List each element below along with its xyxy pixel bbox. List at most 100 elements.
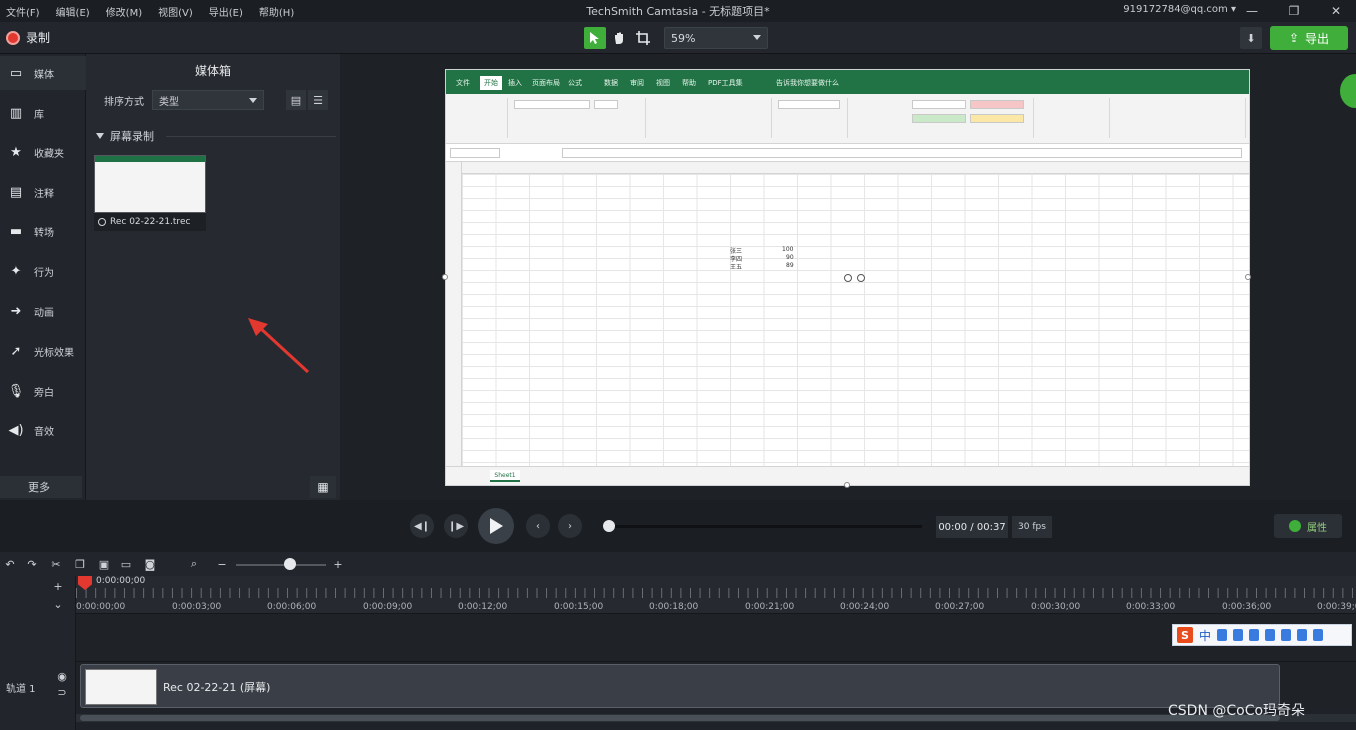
select-tool-icon[interactable] bbox=[584, 27, 606, 49]
chevron-down-icon[interactable]: ⌄ bbox=[50, 596, 66, 612]
sidebar-item-label: 注释 bbox=[34, 188, 54, 200]
sidebar-item-animations[interactable]: ➜ 动画 bbox=[0, 294, 86, 328]
menu-modify[interactable]: 修改(M) bbox=[106, 4, 142, 19]
selection-handle bbox=[844, 274, 852, 282]
ruler-ticks bbox=[76, 588, 1356, 598]
record-button[interactable]: 录制 bbox=[6, 29, 50, 46]
pan-tool-icon[interactable] bbox=[608, 27, 630, 49]
more-button[interactable]: 更多 bbox=[0, 476, 82, 498]
watermark: CSDN @CoCo玛奇朵 bbox=[1168, 703, 1306, 719]
resize-handle[interactable] bbox=[844, 482, 850, 488]
undo-icon[interactable]: ↶ bbox=[2, 556, 18, 572]
track-label: 轨道 1 bbox=[6, 684, 36, 695]
step-forward-icon[interactable]: ❙▶ bbox=[444, 514, 468, 538]
voice-icon[interactable] bbox=[1249, 629, 1260, 641]
skin-icon[interactable] bbox=[1281, 629, 1292, 641]
properties-button[interactable]: 属性 bbox=[1274, 514, 1342, 538]
camera-icon[interactable]: ◙ bbox=[142, 556, 158, 572]
timeline-clip[interactable]: Rec 02-22-21 (屏幕) bbox=[80, 664, 1280, 708]
media-clip-thumbnail[interactable] bbox=[94, 155, 206, 213]
scrollbar-thumb[interactable] bbox=[80, 715, 1280, 721]
ribbon-group bbox=[1112, 98, 1246, 138]
lock-icon[interactable]: ⊃ bbox=[54, 684, 70, 700]
sidebar-item-audio-effects[interactable]: ◀) 音效 bbox=[0, 413, 86, 447]
sidebar-item-transitions[interactable]: ▬ 转场 bbox=[0, 214, 86, 248]
play-button[interactable] bbox=[478, 508, 514, 544]
sidebar-item-cursor-effects[interactable]: ➚ 光标效果 bbox=[0, 334, 86, 368]
download-icon[interactable]: ⬇ bbox=[1240, 27, 1262, 49]
menu-help[interactable]: 帮助(H) bbox=[259, 4, 294, 19]
sidebar-item-annotations[interactable]: ▤ 注释 bbox=[0, 175, 86, 209]
divider bbox=[166, 136, 336, 137]
next-icon[interactable]: › bbox=[558, 514, 582, 538]
cell: 89 bbox=[786, 262, 794, 269]
zoom-out-icon[interactable]: − bbox=[214, 556, 230, 572]
emoji-icon[interactable] bbox=[1233, 629, 1244, 641]
scrub-knob[interactable] bbox=[603, 520, 615, 532]
menu-export[interactable]: 导出(E) bbox=[209, 4, 243, 19]
timeline-ruler[interactable]: 0:00:00;00 0:00:03;00 0:00:06;00 0:00:09… bbox=[76, 576, 1356, 614]
minimize-icon[interactable]: — bbox=[1232, 0, 1272, 22]
clip-name: Rec 02-22-21.trec bbox=[110, 217, 191, 227]
record-icon bbox=[6, 30, 20, 45]
zoom-knob[interactable] bbox=[284, 558, 296, 570]
paste-icon[interactable]: ▣ bbox=[96, 556, 112, 572]
copy-icon[interactable]: ❐ bbox=[72, 556, 88, 572]
resize-handle[interactable] bbox=[1245, 274, 1251, 280]
sort-select[interactable]: 类型 bbox=[152, 90, 264, 110]
keyboard-icon[interactable] bbox=[1265, 629, 1276, 641]
menu-edit[interactable]: 编辑(E) bbox=[56, 4, 90, 19]
grid-icon[interactable] bbox=[1313, 629, 1324, 641]
zoom-in-icon[interactable]: + bbox=[330, 556, 346, 572]
sidebar-item-behaviors[interactable]: ✦ 行为 bbox=[0, 254, 86, 288]
preview-excel-recording[interactable]: 文件 开始 插入 页面布局 公式 数据 审阅 视图 帮助 PDF工具集 告诉我你… bbox=[445, 69, 1250, 486]
details-view-icon[interactable]: ▤ bbox=[286, 90, 306, 110]
sidebar-item-media[interactable]: ▭ 媒体 bbox=[0, 56, 86, 90]
scrub-bar[interactable] bbox=[606, 525, 922, 528]
sidebar-item-library[interactable]: ▥ 库 bbox=[0, 96, 86, 130]
eye-icon[interactable]: ◉ bbox=[54, 668, 70, 684]
crop-tool-icon[interactable] bbox=[632, 27, 654, 49]
zoom-select[interactable]: 59% bbox=[664, 27, 768, 49]
timeline-zoom-slider[interactable] bbox=[236, 564, 326, 566]
ribbon-group bbox=[850, 98, 1034, 138]
ime-logo-icon[interactable]: S bbox=[1177, 627, 1193, 643]
split-icon[interactable]: ▭ bbox=[118, 556, 134, 572]
ruler-label: 0:00:24;00 bbox=[840, 602, 890, 612]
speaker-icon: ◀) bbox=[8, 422, 24, 438]
add-track-icon[interactable]: + bbox=[50, 578, 66, 594]
share-icon: ⇪ bbox=[1288, 31, 1300, 45]
ruler-label: 0:00:00;00 bbox=[76, 602, 126, 612]
sidebar-item-voice-narration[interactable]: 🎙︎ 旁白 bbox=[0, 374, 86, 408]
grid-view-icon[interactable]: ▦ bbox=[310, 476, 336, 498]
resize-handle[interactable] bbox=[442, 274, 448, 280]
track-2[interactable] bbox=[76, 614, 1356, 662]
ruler-label: 0:00:09;00 bbox=[363, 602, 413, 612]
ime-toolbar[interactable]: S 中 bbox=[1172, 624, 1352, 646]
media-bin-panel: 媒体箱 排序方式 类型 ▤ ☰ 屏幕录制 bbox=[86, 54, 340, 500]
step-back-icon[interactable]: ◀❙ bbox=[410, 514, 434, 538]
ime-mode[interactable]: 中 bbox=[1199, 627, 1211, 644]
clip-name: Rec 02-22-21 (屏幕) bbox=[163, 681, 271, 694]
sort-order-icon[interactable]: ☰ bbox=[308, 90, 328, 110]
ribbon-group bbox=[450, 98, 508, 138]
sidebar-item-favorites[interactable]: ★ 收藏夹 bbox=[0, 135, 86, 169]
excel-tab: 帮助 bbox=[682, 79, 696, 87]
ruler-label: 0:00:30;00 bbox=[1031, 602, 1081, 612]
close-icon[interactable]: ✕ bbox=[1316, 0, 1356, 22]
restore-icon[interactable]: ❐ bbox=[1274, 0, 1314, 22]
account-menu[interactable]: 919172784@qq.com ▾ bbox=[1123, 4, 1236, 15]
search-icon[interactable]: ⌕ bbox=[186, 556, 202, 572]
group-header[interactable]: 屏幕录制 bbox=[96, 128, 154, 144]
previous-icon[interactable]: ‹ bbox=[526, 514, 550, 538]
redo-icon[interactable]: ↷ bbox=[24, 556, 40, 572]
punctuation-icon[interactable] bbox=[1217, 629, 1228, 641]
menu-file[interactable]: 文件(F) bbox=[6, 4, 40, 19]
toolbox-icon[interactable] bbox=[1297, 629, 1308, 641]
menu-view[interactable]: 视图(V) bbox=[158, 4, 193, 19]
media-clip-label[interactable]: Rec 02-22-21.trec bbox=[94, 213, 206, 231]
sort-row: 排序方式 类型 bbox=[104, 90, 264, 110]
library-icon: ▥ bbox=[9, 105, 23, 121]
export-button[interactable]: ⇪ 导出 bbox=[1270, 26, 1348, 50]
cut-icon[interactable]: ✂ bbox=[48, 556, 64, 572]
